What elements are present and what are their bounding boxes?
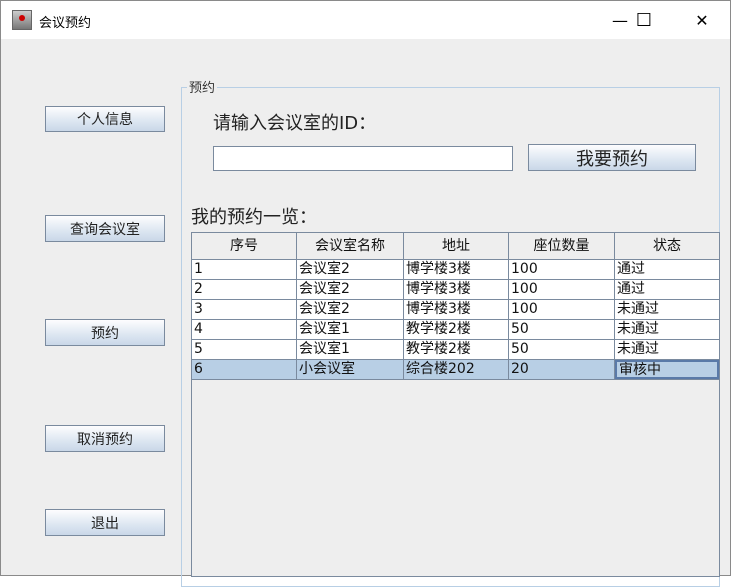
table-cell[interactable]: 5 [192,340,297,359]
table-cell[interactable]: 1 [192,260,297,279]
table-cell[interactable]: 博学楼3楼 [404,260,509,279]
app-window: 会议预约 — ☐ ✕ 个人信息 查询会议室 预约 取消预约 退出 预约 请输入会… [0,0,731,587]
window-title: 会议预约 [39,16,92,31]
table-row[interactable]: 3 会议室2 博学楼3楼 100 未通过 [192,300,719,320]
room-id-label: 请输入会议室的ID： [213,113,377,134]
table-cell[interactable]: 教学楼2楼 [404,320,509,339]
table-cell[interactable]: 3 [192,300,297,319]
exit-button[interactable]: 退出 [45,509,165,536]
close-button[interactable]: ✕ [679,1,725,39]
table-cell[interactable]: 100 [509,260,615,279]
table-cell[interactable]: 会议室2 [297,300,404,319]
table-cell[interactable]: 博学楼3楼 [404,280,509,299]
table-cell[interactable]: 50 [509,340,615,359]
title-bar: 会议预约 — ☐ ✕ [1,1,730,39]
table-cell[interactable]: 20 [509,360,615,379]
table-row[interactable]: 1 会议室2 博学楼3楼 100 通过 [192,260,719,280]
my-reservations-label: 我的预约一览： [191,207,317,228]
table-cell[interactable]: 未通过 [615,300,719,319]
personal-info-button[interactable]: 个人信息 [45,106,165,132]
column-header[interactable]: 会议室名称 [297,233,404,259]
table-cell[interactable]: 会议室1 [297,340,404,359]
table-row[interactable]: 2 会议室2 博学楼3楼 100 通过 [192,280,719,300]
table-cell[interactable]: 50 [509,320,615,339]
table-cell[interactable]: 6 [192,360,297,379]
query-rooms-button[interactable]: 查询会议室 [45,215,165,242]
table-cell[interactable]: 通过 [615,280,719,299]
table-cell[interactable]: 会议室2 [297,280,404,299]
room-id-input[interactable] [213,146,513,171]
column-header[interactable]: 序号 [192,233,297,259]
table-row[interactable]: 6 小会议室 综合楼202 20 审核中 [192,360,719,380]
cancel-reservation-button[interactable]: 取消预约 [45,425,165,452]
table-row[interactable]: 5 会议室1 教学楼2楼 50 未通过 [192,340,719,360]
table-cell[interactable]: 教学楼2楼 [404,340,509,359]
table-cell[interactable]: 会议室1 [297,320,404,339]
table-cell[interactable]: 会议室2 [297,260,404,279]
maximize-button[interactable]: ☐ [621,1,667,39]
reservations-table: 序号 会议室名称 地址 座位数量 状态 1 会议室2 博学楼3楼 100 通过 2 会议室2… [191,232,720,577]
group-title: 预约 [187,77,218,96]
table-cell[interactable]: 未通过 [615,340,719,359]
table-cell[interactable]: 小会议室 [297,360,404,379]
table-cell[interactable]: 审核中 [615,360,719,379]
table-cell[interactable]: 100 [509,280,615,299]
table-row[interactable]: 4 会议室1 教学楼2楼 50 未通过 [192,320,719,340]
column-header[interactable]: 状态 [615,233,719,259]
table-header: 序号 会议室名称 地址 座位数量 状态 [192,233,719,260]
reserve-nav-button[interactable]: 预约 [45,319,165,346]
reserve-button[interactable]: 我要预约 [528,144,696,171]
column-header[interactable]: 地址 [404,233,509,259]
table-cell[interactable]: 通过 [615,260,719,279]
table-cell[interactable]: 博学楼3楼 [404,300,509,319]
table-cell[interactable]: 未通过 [615,320,719,339]
table-cell[interactable]: 2 [192,280,297,299]
table-cell[interactable]: 100 [509,300,615,319]
table-cell[interactable]: 综合楼202 [404,360,509,379]
column-header[interactable]: 座位数量 [509,233,615,259]
app-icon [12,10,32,30]
table-cell[interactable]: 4 [192,320,297,339]
